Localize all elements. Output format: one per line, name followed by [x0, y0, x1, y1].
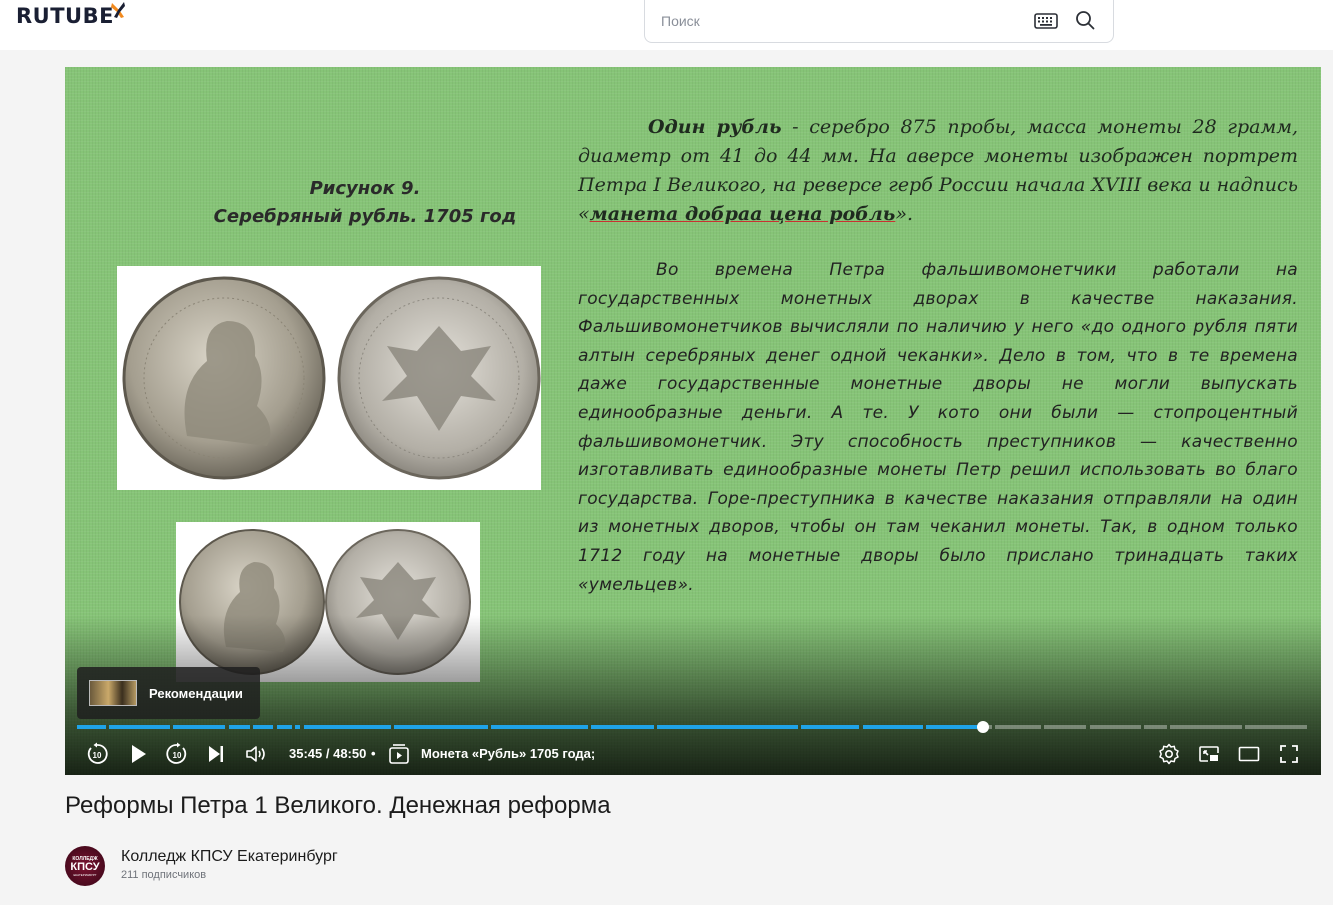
svg-text:10: 10 — [93, 751, 102, 760]
progress-segment[interactable] — [1044, 725, 1086, 729]
search-icon[interactable] — [1074, 9, 1096, 31]
replay-10-icon: 10 — [87, 742, 108, 764]
next-button[interactable] — [204, 742, 228, 766]
search-input[interactable] — [661, 9, 1021, 33]
progress-segment-played — [229, 725, 250, 729]
progress-segment[interactable] — [1170, 725, 1242, 729]
progress-segment-played — [295, 725, 300, 729]
avatar-text-bottom: ЕКАТЕРИНБУРГ — [73, 872, 97, 877]
chapter-title[interactable]: Монета «Рубль» 1705 года; — [421, 746, 595, 761]
keyboard-icon[interactable] — [1034, 12, 1058, 30]
video-player[interactable]: Рисунок 9. Серебряный рубль. 1705 год Од… — [65, 67, 1321, 775]
time-display: 35:45 / 48:50 — [289, 746, 367, 761]
progress-segment[interactable] — [109, 725, 170, 729]
forward-10-icon: 10 — [166, 742, 187, 764]
figure-caption: Рисунок 9. Серебряный рубль. 1705 год — [175, 175, 555, 231]
theater-mode-button[interactable] — [1237, 742, 1261, 766]
para1-underlined: манета добраа цена робль — [589, 203, 896, 225]
progress-segment[interactable] — [295, 725, 300, 729]
progress-segment[interactable] — [1245, 725, 1307, 729]
figure-caption-line2: Серебряный рубль. 1705 год — [213, 206, 517, 227]
fullscreen-icon — [1280, 745, 1298, 763]
slide-paragraph-1: Один рубль - серебро 875 пробы, масса мо… — [578, 113, 1298, 229]
ribbon-icon — [110, 2, 125, 18]
pip-button[interactable] — [1197, 742, 1221, 766]
progress-segment[interactable] — [1144, 725, 1167, 729]
progress-segment[interactable] — [77, 725, 106, 729]
time-separator-dot: • — [371, 746, 376, 761]
volume-button[interactable] — [244, 742, 268, 766]
progress-segment[interactable] — [394, 725, 488, 729]
play-icon — [132, 745, 146, 763]
progress-segment-played — [253, 725, 273, 729]
progress-segment-played — [491, 725, 588, 729]
progress-segment-played — [173, 725, 225, 729]
progress-segment[interactable] — [801, 725, 859, 729]
recommendations-thumbnail — [89, 680, 137, 706]
progress-segment[interactable] — [277, 725, 292, 729]
channel-name[interactable]: Колледж КПСУ Екатеринбург — [121, 848, 338, 866]
progress-segment[interactable] — [657, 725, 798, 729]
coin-photo-large — [117, 266, 541, 490]
avatar-text-main: КПСУ — [70, 860, 100, 873]
chapters-icon[interactable] — [387, 742, 411, 766]
video-title: Реформы Петра 1 Великого. Денежная рефор… — [65, 792, 611, 819]
progress-segment[interactable] — [995, 725, 1041, 729]
progress-segment[interactable] — [173, 725, 225, 729]
progress-segment[interactable] — [304, 725, 391, 729]
channel-avatar[interactable]: КОЛЛЕДЖ КПСУ ЕКАТЕРИНБУРГ — [65, 846, 105, 886]
recommendations-button[interactable]: Рекомендации — [77, 667, 260, 719]
picture-in-picture-icon — [1199, 746, 1219, 762]
progress-segment[interactable] — [591, 725, 654, 729]
progress-segment-played — [77, 725, 106, 729]
progress-segment-played — [109, 725, 170, 729]
slide-paragraph-2: Во времена Петра фальшивомонетчики работ… — [578, 260, 1298, 595]
recommendations-label: Рекомендации — [149, 685, 243, 701]
forward-10-button[interactable]: 10 — [165, 742, 189, 766]
progress-segment-played — [394, 725, 488, 729]
progress-segment-played — [277, 725, 292, 729]
progress-bar[interactable] — [77, 721, 1309, 733]
progress-segment[interactable] — [863, 725, 923, 729]
progress-scrubber[interactable] — [977, 721, 989, 733]
play-button[interactable] — [126, 742, 150, 766]
skip-next-icon — [209, 746, 223, 762]
progress-segment[interactable] — [229, 725, 250, 729]
progress-segment-played — [801, 725, 859, 729]
progress-segment-played — [591, 725, 654, 729]
search-box — [644, 0, 1114, 43]
progress-segment-played — [926, 725, 981, 729]
logo-text: RUTUBE — [16, 4, 114, 28]
theater-mode-icon — [1238, 746, 1260, 762]
progress-segment[interactable] — [1090, 725, 1141, 729]
progress-segment-played — [863, 725, 923, 729]
progress-segment[interactable] — [253, 725, 273, 729]
subscriber-count: 211 подписчиков — [121, 869, 207, 881]
svg-text:10: 10 — [173, 751, 182, 760]
volume-icon — [246, 746, 265, 762]
settings-button[interactable] — [1157, 742, 1181, 766]
progress-segment-played — [657, 725, 798, 729]
player-controls: 10 10 35:45 / 48:50 • Монета «Рубль» 170… — [65, 737, 1321, 771]
progress-segment[interactable] — [491, 725, 588, 729]
progress-segment-played — [304, 725, 391, 729]
para1-end: ». — [895, 203, 914, 225]
fullscreen-button[interactable] — [1277, 742, 1301, 766]
rutube-logo[interactable]: RUTUBE — [16, 2, 125, 28]
para1-bold: Один рубль — [648, 116, 782, 138]
figure-caption-line1: Рисунок 9. — [309, 178, 421, 199]
replay-10-button[interactable]: 10 — [85, 742, 109, 766]
top-header: RUTUBE — [0, 0, 1333, 50]
gear-icon — [1159, 743, 1179, 765]
